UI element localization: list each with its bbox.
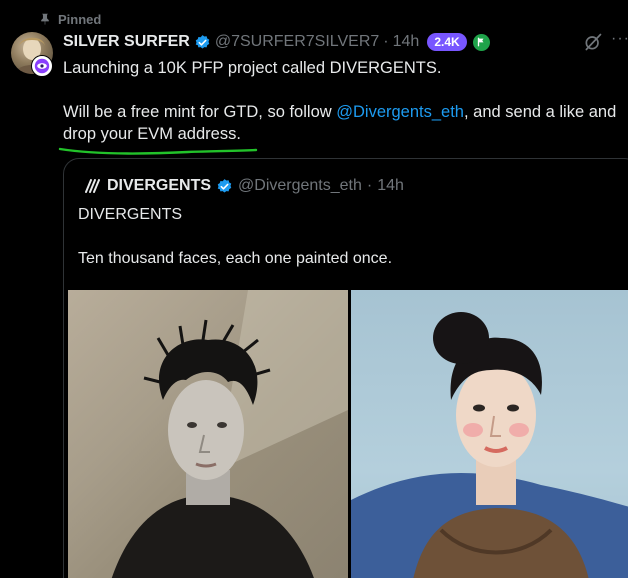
separator-dot: · (383, 33, 389, 50)
flag-badge-icon (472, 33, 490, 51)
quoted-tweet-header: DIVERGENTS @Divergents_eth · 14h (84, 175, 404, 197)
quoted-text-line-2: Ten thousand faces, each one painted onc… (78, 250, 393, 267)
more-icon[interactable]: ··· (611, 31, 628, 50)
tweet-line-1: Launching a 10K PFP project called DIVER… (63, 59, 442, 77)
quoted-text-line-1: DIVERGENTS (78, 206, 183, 223)
mention-link[interactable]: @Divergents_eth (336, 103, 464, 121)
verified-badge-icon (217, 178, 232, 193)
tweet-timestamp[interactable]: 14h (393, 33, 420, 51)
media-image-2[interactable] (351, 290, 628, 578)
quoted-author-name[interactable]: DIVERGENTS (107, 177, 211, 195)
pinned-label: Pinned (58, 11, 102, 27)
divergents-logo-icon (85, 179, 100, 193)
author-handle[interactable]: @7SURFER7SILVER7 (215, 33, 379, 51)
tweet-line-2-before: Will be a free mint for GTD, so follow (63, 103, 337, 121)
hand-drawn-underline (58, 147, 258, 155)
author-name[interactable]: SILVER SURFER (63, 33, 190, 51)
quoted-tweet-text: DIVERGENTS Ten thousand faces, each one … (78, 204, 618, 270)
avatar-eye-badge-icon (31, 55, 53, 77)
pinned-indicator: Pinned (38, 10, 101, 28)
pin-icon (41, 13, 49, 25)
quoted-tweet-card[interactable]: DIVERGENTS @Divergents_eth · 14h DIVERGE… (63, 158, 628, 578)
score-badge[interactable]: 2.4K (427, 33, 467, 51)
tweet-header: SILVER SURFER @7SURFER7SILVER7 · 14h 2.4… (63, 31, 490, 53)
tweet-line-2: Will be a free mint for GTD, so follow @… (63, 101, 623, 145)
media-image-1[interactable] (68, 290, 348, 578)
tweet-text: Launching a 10K PFP project called DIVER… (63, 57, 623, 145)
grok-icon[interactable] (583, 32, 603, 52)
separator-dot: · (366, 177, 373, 194)
tweet-page: Pinned SILVER SURFER @7SURFER7SILVER7 · … (0, 0, 628, 578)
verified-badge-icon (195, 34, 210, 49)
quoted-timestamp[interactable]: 14h (377, 177, 404, 195)
quoted-author-handle[interactable]: @Divergents_eth (238, 177, 362, 195)
